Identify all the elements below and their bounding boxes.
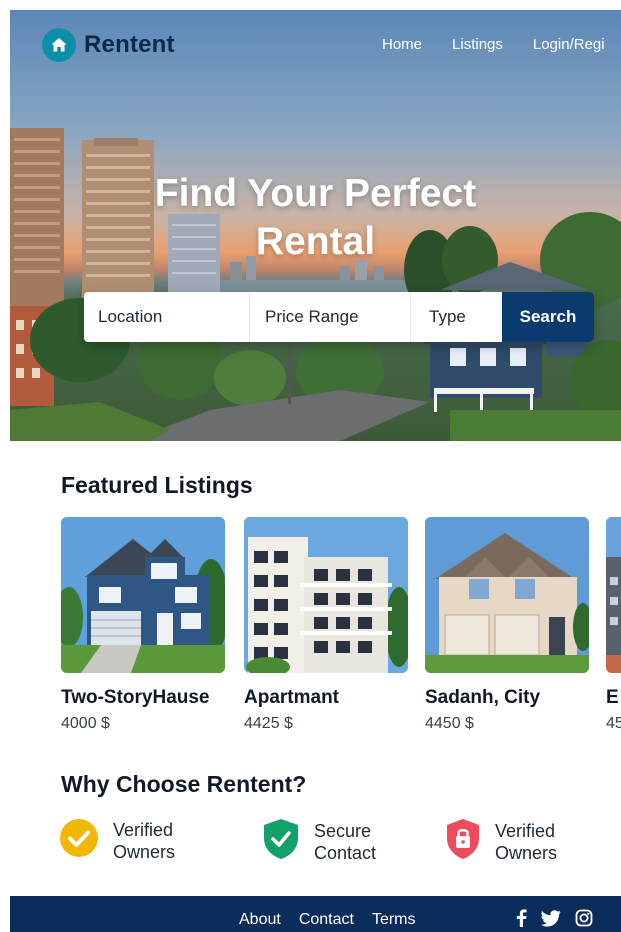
hero-title-line-1: Find Your Perfect bbox=[154, 172, 477, 215]
feature-label: Verified Owners bbox=[495, 820, 558, 863]
listing-price: 4450 $ bbox=[425, 715, 474, 732]
search-button[interactable]: Search bbox=[502, 292, 594, 342]
feature-label: Verified Owners bbox=[113, 819, 176, 862]
listing-card[interactable]: Apartmant 4425 $ bbox=[244, 517, 408, 733]
listing-name: Sadanh, City bbox=[425, 687, 541, 708]
featured-listings-carousel: Two-StoryHause 4000 $ Apartmant 4425 $ S… bbox=[61, 517, 621, 737]
footer-links: About Contact Terms bbox=[239, 911, 416, 929]
top-navigation: Rentent Home Listings Login/Regi bbox=[10, 10, 621, 80]
feature-label: Secure Contact bbox=[314, 820, 377, 863]
listing-name: Apartmant bbox=[244, 687, 340, 708]
check-circle-icon bbox=[59, 818, 99, 863]
social-links bbox=[515, 909, 593, 927]
nav-link-home[interactable]: Home bbox=[382, 36, 422, 53]
listing-name: Two-StoryHause bbox=[61, 687, 210, 708]
listing-image bbox=[244, 517, 408, 673]
nav-link-login-register[interactable]: Login/Regi bbox=[533, 36, 605, 53]
shield-check-icon bbox=[262, 818, 300, 865]
hero-title-line-2: Rental bbox=[255, 220, 376, 263]
listing-card[interactable]: Two-StoryHause 4000 $ bbox=[61, 517, 225, 733]
type-field[interactable]: Type bbox=[411, 292, 502, 342]
listing-name: E bbox=[606, 687, 619, 708]
feature-item: Secure Contact bbox=[262, 818, 376, 865]
nav-links: Home Listings Login/Regi bbox=[382, 36, 605, 53]
listing-price: 45 bbox=[606, 715, 621, 732]
brand-name: Rentent bbox=[84, 31, 175, 58]
twitter-icon[interactable] bbox=[541, 909, 561, 927]
listing-price: 4425 $ bbox=[244, 715, 293, 732]
instagram-icon[interactable] bbox=[575, 909, 593, 927]
nav-link-listings[interactable]: Listings bbox=[452, 36, 503, 53]
footer-link-about[interactable]: About bbox=[239, 911, 281, 929]
footer-link-terms[interactable]: Terms bbox=[372, 911, 416, 929]
why-choose-title: Why Choose Rentent? bbox=[61, 771, 307, 797]
listing-price: 4000 $ bbox=[61, 715, 110, 732]
listing-card[interactable]: Sadanh, City 4450 $ bbox=[425, 517, 589, 733]
hero-section: Rentent Home Listings Login/Regi Find Yo… bbox=[10, 10, 621, 441]
why-choose-features: Verified Owners Secure Contact Verified bbox=[59, 818, 621, 868]
brand-logo[interactable]: Rentent bbox=[42, 28, 175, 62]
listing-card[interactable]: E 45 bbox=[606, 517, 621, 733]
listing-image bbox=[61, 517, 225, 673]
price-range-field[interactable]: Price Range bbox=[250, 292, 411, 342]
lock-shield-icon bbox=[445, 818, 481, 865]
listing-image bbox=[606, 517, 621, 673]
facebook-icon[interactable] bbox=[515, 909, 527, 927]
footer: About Contact Terms bbox=[10, 896, 621, 932]
home-icon bbox=[42, 28, 76, 62]
location-field[interactable]: Location bbox=[84, 292, 250, 342]
feature-item: Verified Owners bbox=[445, 818, 557, 865]
feature-item: Verified Owners bbox=[59, 818, 175, 863]
footer-link-contact[interactable]: Contact bbox=[299, 911, 354, 929]
featured-listings-title: Featured Listings bbox=[61, 472, 253, 498]
search-bar: Location Price Range Type Search bbox=[84, 292, 594, 342]
hero-title: Find Your Perfect Rental bbox=[10, 170, 621, 266]
listing-image bbox=[425, 517, 589, 673]
